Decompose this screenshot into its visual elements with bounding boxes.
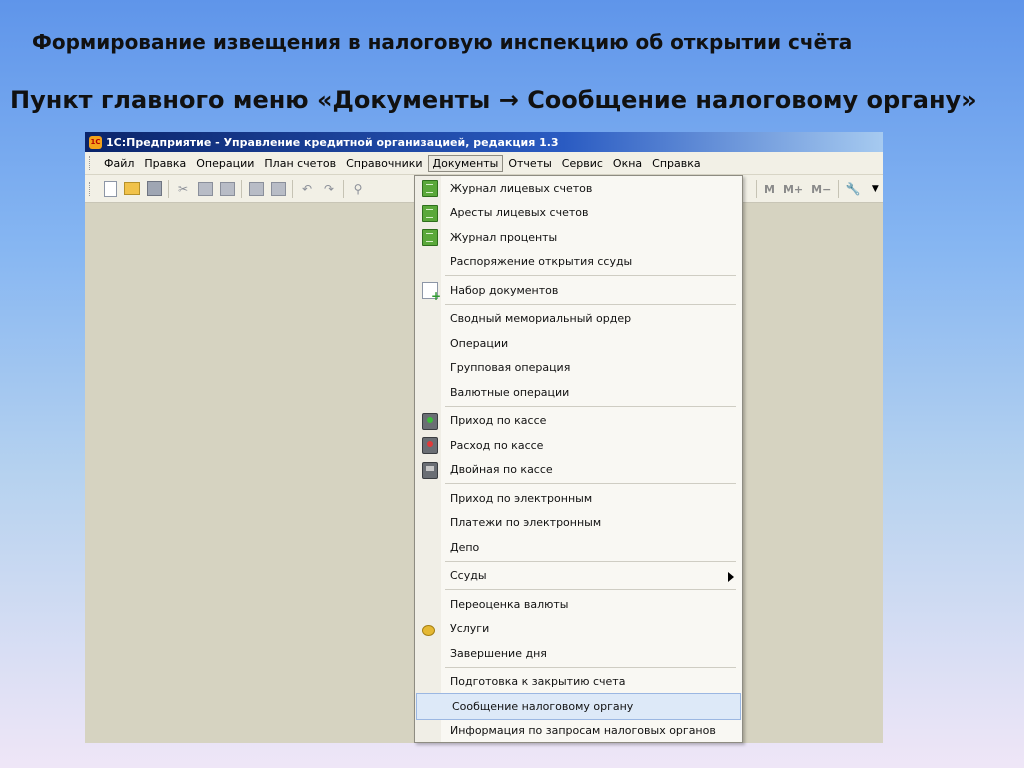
menu-item-label: Информация по запросам налоговых органов bbox=[450, 724, 716, 738]
menu-item[interactable]: Групповая операция bbox=[415, 356, 742, 381]
menu-item-label: Приход по кассе bbox=[450, 414, 547, 428]
menu-item-label: Завершение дня bbox=[450, 646, 547, 660]
journal-icon bbox=[422, 180, 438, 197]
undo-icon[interactable]: ↶ bbox=[299, 181, 315, 197]
menu-item[interactable]: Валютные операции bbox=[415, 380, 742, 405]
toolbar-separator bbox=[838, 180, 840, 198]
menu-item[interactable]: Переоценка валюты bbox=[415, 592, 742, 617]
redo-icon[interactable]: ↷ bbox=[321, 181, 337, 197]
journal-icon bbox=[422, 204, 438, 222]
menu-item[interactable]: Платежи по электронным bbox=[415, 511, 742, 536]
menu-item[interactable]: Приход по кассе bbox=[415, 409, 742, 434]
menu-item[interactable]: Распоряжение открытия ссуды bbox=[415, 250, 742, 275]
memory-button[interactable]: M bbox=[764, 183, 775, 196]
menubar-grip bbox=[89, 156, 93, 170]
menu-item[interactable]: Завершение дня bbox=[415, 641, 742, 666]
menu-item-label: Услуги bbox=[450, 622, 490, 636]
open-folder-icon[interactable] bbox=[124, 181, 140, 197]
menu-item-label: Приход по электронным bbox=[450, 491, 593, 505]
toolbar-separator bbox=[343, 179, 344, 198]
print-preview-icon[interactable] bbox=[270, 181, 286, 197]
menu-windows[interactable]: Окна bbox=[608, 155, 647, 172]
menu-item[interactable]: Депо bbox=[415, 535, 742, 560]
menu-item-label: Сообщение налоговому органу bbox=[452, 699, 634, 713]
cash-double-icon bbox=[422, 461, 438, 479]
paste-icon[interactable] bbox=[219, 181, 235, 197]
document-set-icon bbox=[422, 282, 441, 303]
menu-item[interactable]: Операции bbox=[415, 331, 742, 356]
cut-icon[interactable]: ✂ bbox=[175, 181, 191, 197]
menu-item[interactable]: Расход по кассе bbox=[415, 433, 742, 458]
menu-edit[interactable]: Правка bbox=[139, 155, 191, 172]
copy-icon[interactable] bbox=[197, 181, 213, 197]
window-titlebar: 1С 1С:Предприятие - Управление кредитной… bbox=[85, 132, 883, 152]
window-title: 1С:Предприятие - Управление кредитной ор… bbox=[106, 135, 559, 149]
menu-item[interactable]: Двойная по кассе bbox=[415, 458, 742, 483]
toolbar-right-group: M M+ M− 🔧 ▼ bbox=[753, 180, 883, 198]
cash-out-icon bbox=[422, 437, 438, 454]
menu-item[interactable]: Подготовка к закрытию счета bbox=[415, 670, 742, 695]
menu-item-label: Валютные операции bbox=[450, 385, 570, 399]
menu-item[interactable]: Аресты лицевых счетов bbox=[415, 201, 742, 226]
menu-item[interactable]: Ссуды bbox=[415, 564, 742, 589]
menu-item[interactable]: Сообщение налоговому органу bbox=[416, 693, 741, 720]
menu-item-label: Журнал лицевых счетов bbox=[450, 181, 593, 195]
menu-item[interactable]: Сводный мемориальный ордер bbox=[415, 307, 742, 332]
toolbar-separator bbox=[292, 179, 293, 198]
print-icon[interactable] bbox=[248, 181, 264, 197]
menu-operations[interactable]: Операции bbox=[191, 155, 259, 172]
toolbar-grip bbox=[89, 181, 93, 196]
menu-help[interactable]: Справка bbox=[647, 155, 705, 172]
slide-title: Формирование извещения в налоговую инспе… bbox=[32, 30, 853, 54]
menu-item-label: Распоряжение открытия ссуды bbox=[450, 255, 633, 269]
menu-item[interactable]: Журнал проценты bbox=[415, 225, 742, 250]
find-icon[interactable]: ⚲ bbox=[350, 181, 366, 197]
toolbar-separator bbox=[241, 179, 242, 198]
menu-item-label: Двойная по кассе bbox=[450, 463, 553, 477]
toolbar-separator bbox=[756, 180, 757, 198]
coins-icon bbox=[422, 624, 435, 636]
memory-add-button[interactable]: M+ bbox=[783, 183, 803, 196]
menu-item-label: Платежи по электронным bbox=[450, 516, 602, 530]
menu-item-label: Групповая операция bbox=[450, 361, 571, 375]
menu-item[interactable]: Приход по электронным bbox=[415, 486, 742, 511]
menu-item[interactable]: Информация по запросам налоговых органов bbox=[415, 719, 742, 744]
menu-documents[interactable]: Документы bbox=[427, 154, 504, 172]
menu-item-label: Журнал проценты bbox=[450, 230, 558, 244]
save-icon[interactable] bbox=[146, 181, 162, 197]
menu-item-label: Сводный мемориальный ордер bbox=[450, 312, 632, 326]
settings-wrench-icon[interactable]: 🔧 bbox=[845, 181, 861, 197]
menu-file[interactable]: Файл bbox=[99, 155, 139, 172]
menu-item[interactable]: Журнал лицевых счетов bbox=[415, 176, 742, 201]
menu-reports[interactable]: Отчеты bbox=[503, 155, 556, 172]
toolbar-separator bbox=[168, 179, 169, 198]
menu-item-label: Операции bbox=[450, 336, 509, 350]
cash-in-icon bbox=[422, 412, 438, 430]
documents-dropdown-menu: Журнал лицевых счетов Аресты лицевых счет… bbox=[414, 175, 743, 743]
menu-item-label: Набор документов bbox=[450, 283, 559, 297]
documents-menu-list: Журнал лицевых счетов Аресты лицевых счет… bbox=[415, 176, 742, 743]
menu-item-label: Депо bbox=[450, 540, 480, 554]
app-logo-icon: 1С bbox=[89, 135, 102, 149]
menu-item-label: Переоценка валюты bbox=[450, 597, 569, 611]
slide-subtitle: Пункт главного меню «Документы → Сообщен… bbox=[10, 86, 977, 114]
menu-service[interactable]: Сервис bbox=[557, 155, 608, 172]
menu-item[interactable]: Услуги bbox=[415, 617, 742, 642]
menu-chart-of-accounts[interactable]: План счетов bbox=[259, 155, 341, 172]
memory-subtract-button[interactable]: M− bbox=[811, 183, 831, 196]
menu-item-label: Ссуды bbox=[450, 569, 487, 583]
chevron-down-icon[interactable]: ▼ bbox=[867, 181, 883, 197]
submenu-arrow-icon bbox=[728, 571, 734, 582]
menu-item-label: Расход по кассе bbox=[450, 438, 544, 452]
new-document-icon[interactable] bbox=[102, 180, 118, 197]
journal-icon bbox=[422, 229, 438, 246]
main-menubar: Файл Правка Операции План счетов Справоч… bbox=[85, 152, 883, 175]
menu-item-label: Подготовка к закрытию счета bbox=[450, 675, 626, 689]
menu-references[interactable]: Справочники bbox=[341, 155, 427, 172]
menu-item-label: Аресты лицевых счетов bbox=[450, 206, 589, 220]
menu-item[interactable]: Набор документов bbox=[415, 278, 742, 303]
